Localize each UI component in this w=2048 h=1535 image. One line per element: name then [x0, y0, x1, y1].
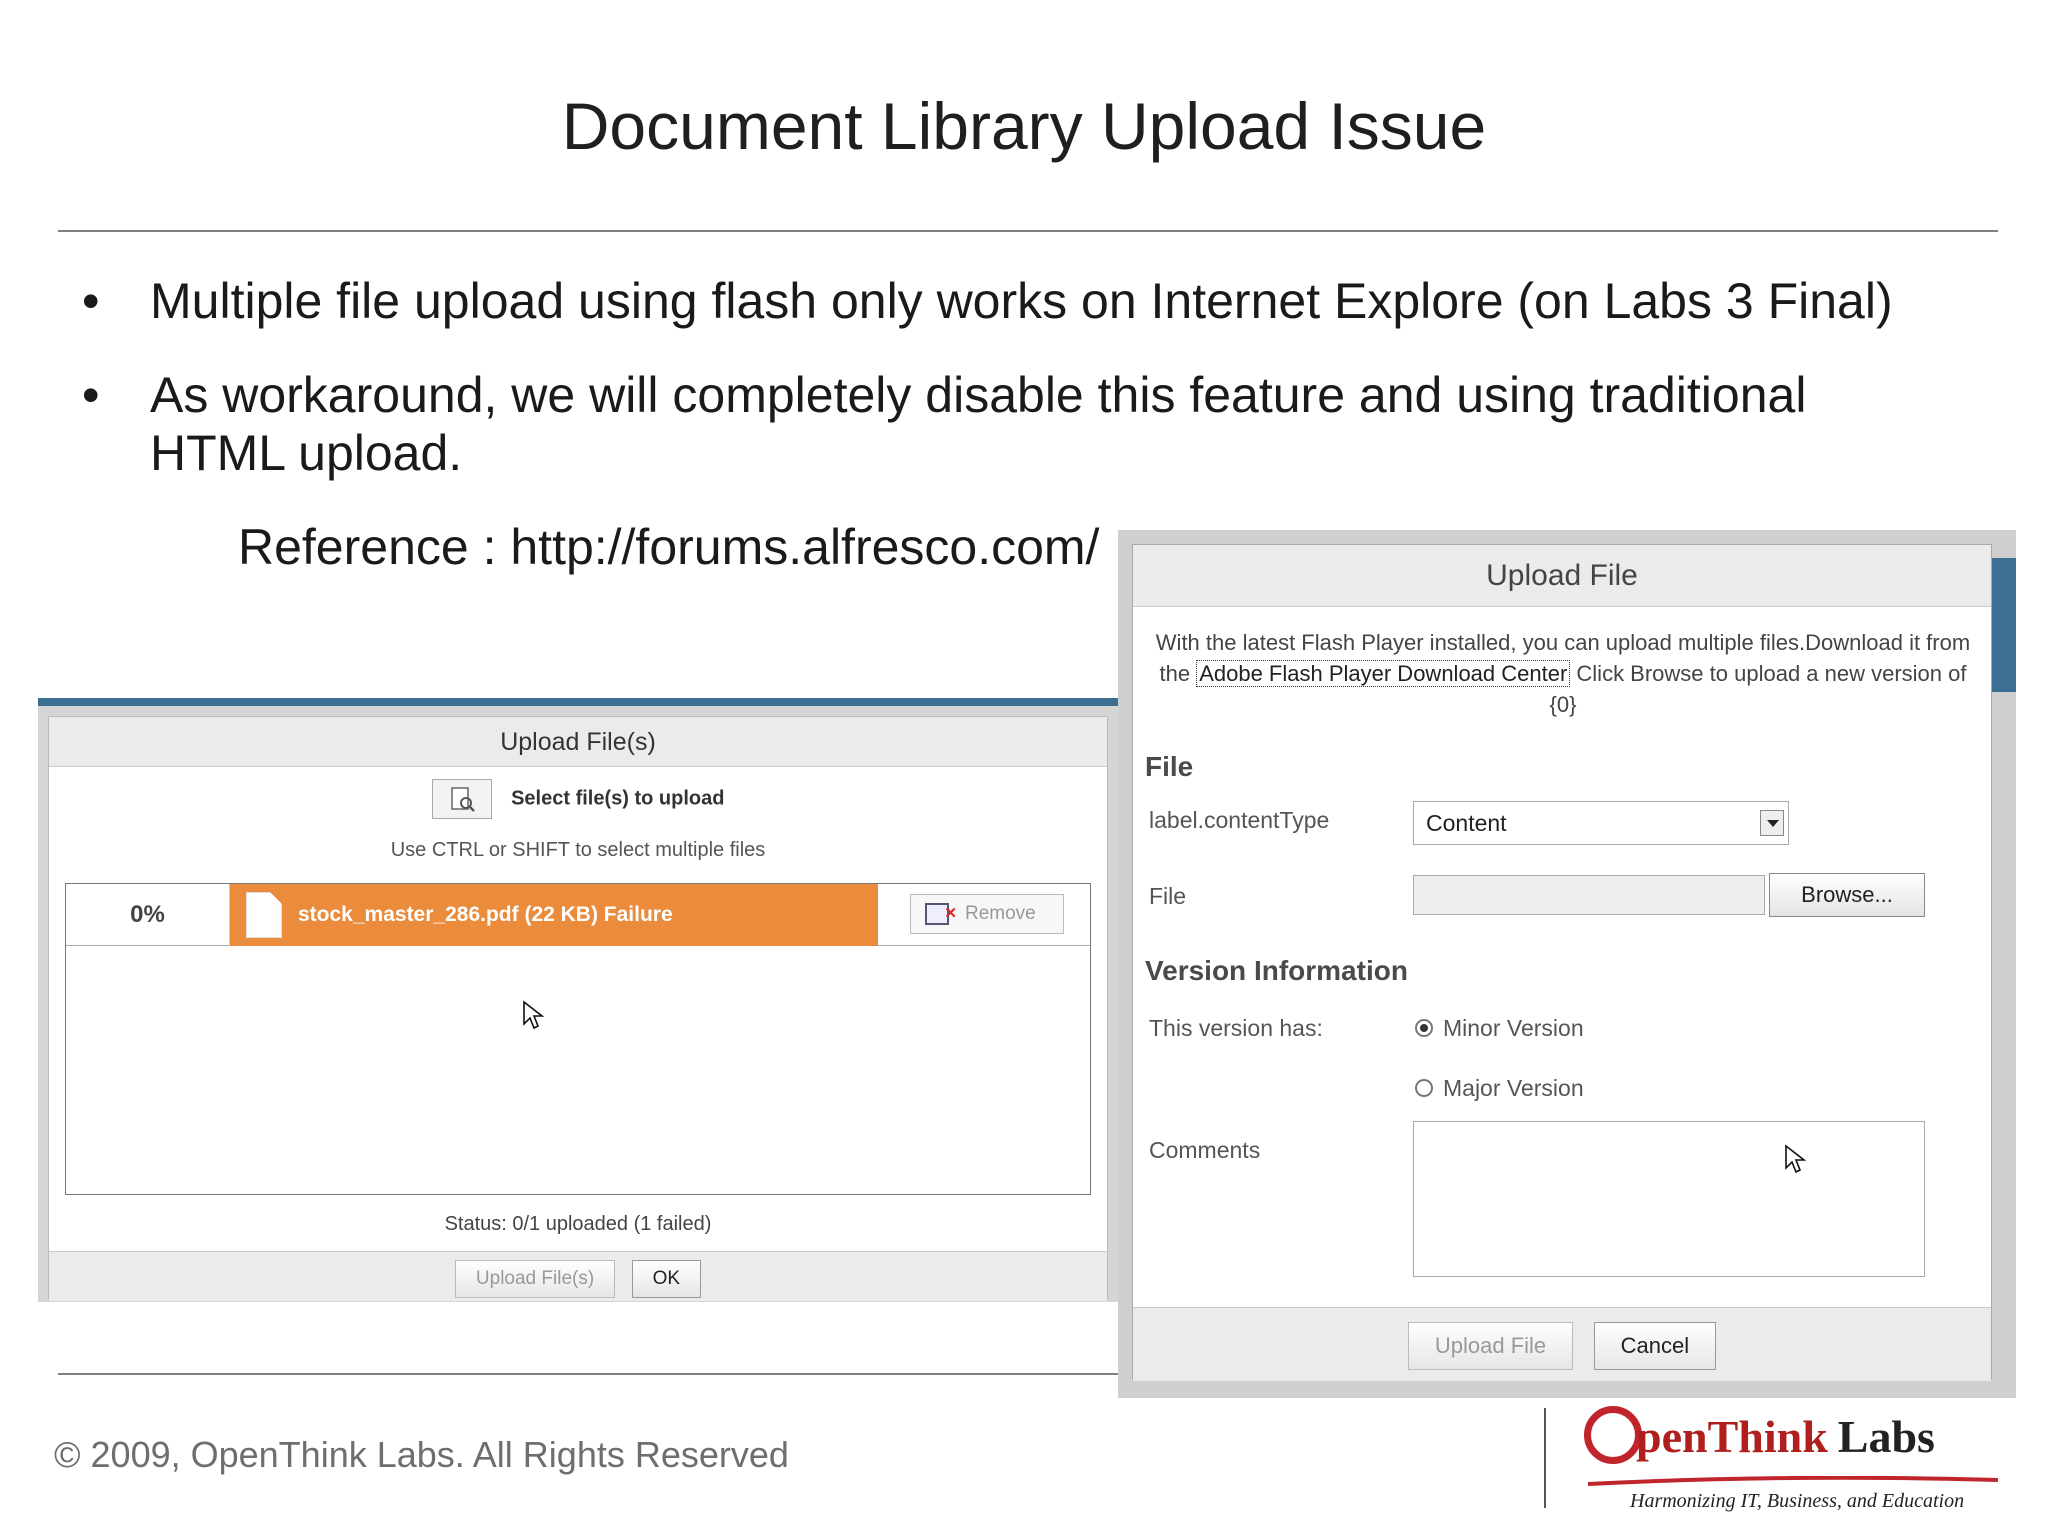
window-frame-edge [1992, 558, 2016, 692]
multi-select-hint: Use CTRL or SHIFT to select multiple fil… [390, 839, 766, 861]
select-files-button[interactable] [431, 779, 492, 819]
file-label: File [1149, 883, 1187, 909]
select-files-row: Select file(s) to upload [49, 779, 1107, 819]
content-type-select[interactable]: Content [1413, 801, 1789, 845]
logo-tagline: Harmonizing IT, Business, and Education [1630, 1490, 1965, 1512]
comments-label: Comments [1149, 1137, 1261, 1163]
content-type-value: Content [1426, 810, 1507, 836]
pdf-file-icon [246, 892, 282, 938]
reference-text[interactable]: Reference : http://forums.alfresco.com/ [238, 519, 1099, 575]
chevron-down-icon [1760, 810, 1784, 836]
bullet-1: • Multiple file upload using flash only … [82, 272, 2030, 330]
ok-button[interactable]: OK [631, 1260, 702, 1298]
logo-name-red: penThink [1636, 1411, 1828, 1462]
bullet-dot: • [82, 273, 100, 329]
flash-download-link[interactable]: Adobe Flash Player Download Center [1196, 660, 1571, 687]
dialog-footer: Upload File Cancel [1133, 1307, 1991, 1381]
single-upload-screenshot: Upload File With the latest Flash Player… [1118, 530, 2016, 1398]
dialog-title: Upload File [1133, 545, 1991, 607]
version-section-heading: Version Information [1145, 955, 1408, 986]
logo-o-icon [1584, 1406, 1642, 1464]
major-version-label: Major Version [1443, 1075, 1584, 1101]
file-section-heading: File [1145, 751, 1194, 782]
bullet-1-text: Multiple file upload using flash only wo… [150, 273, 1893, 329]
mouse-cursor-icon [1785, 1144, 1806, 1174]
flash-desc-after: Click Browse to upload a new version of … [1549, 661, 1967, 717]
multi-upload-screenshot: Upload File(s) Select file(s) to upload … [38, 698, 1118, 1302]
footer-copyright: © 2009, OpenThink Labs. All Rights Reser… [54, 1434, 789, 1475]
logo-wordmark: penThink Labs [1636, 1410, 1935, 1463]
slide-title: Document Library Upload Issue [561, 89, 1487, 163]
upload-file-button[interactable]: Upload File [1407, 1322, 1574, 1370]
browse-button[interactable]: Browse... [1769, 873, 1925, 917]
file-path-input[interactable] [1413, 875, 1765, 915]
minor-version-label: Minor Version [1443, 1015, 1584, 1041]
logo-swoosh-icon [1588, 1476, 1998, 1486]
file-status: stock_master_286.pdf (22 KB) Failure [230, 884, 878, 946]
bullet-2-text: As workaround, we will completely disabl… [150, 367, 1807, 481]
minor-version-radio[interactable] [1415, 1019, 1433, 1037]
content-type-label: label.contentType [1149, 807, 1330, 833]
file-row: 0% stock_master_286.pdf (22 KB) Failure … [66, 884, 1090, 946]
file-status-text: stock_master_286.pdf (22 KB) Failure [298, 903, 673, 926]
upload-files-button[interactable]: Upload File(s) [454, 1260, 616, 1298]
openthink-logo: penThink Labs Harmonizing IT, Business, a… [1584, 1402, 2004, 1522]
upload-progress: 0% [66, 884, 230, 946]
version-has-label: This version has: [1149, 1015, 1323, 1041]
mouse-cursor-icon [523, 1000, 544, 1030]
major-version-radio[interactable] [1415, 1079, 1433, 1097]
dialog-footer: Upload File(s) OK [49, 1251, 1107, 1301]
logo-name-dark: Labs [1837, 1411, 1935, 1462]
multi-upload-dialog: Upload File(s) Select file(s) to upload … [48, 716, 1108, 1301]
upload-status: Status: 0/1 uploaded (1 failed) [444, 1213, 712, 1235]
file-list: 0% stock_master_286.pdf (22 KB) Failure … [65, 883, 1091, 1195]
title-divider [58, 230, 1998, 232]
browse-file-icon [450, 787, 475, 812]
footer-divider [58, 1373, 1128, 1375]
remove-icon [925, 895, 957, 933]
comments-textarea[interactable] [1413, 1121, 1925, 1277]
select-files-label: Select file(s) to upload [511, 787, 725, 810]
remove-label: Remove [965, 903, 1036, 924]
remove-button[interactable]: Remove [910, 894, 1064, 934]
bullet-dot: • [82, 367, 100, 423]
cancel-button[interactable]: Cancel [1593, 1322, 1717, 1370]
flash-description: With the latest Flash Player installed, … [1153, 627, 1973, 720]
single-upload-dialog: Upload File With the latest Flash Player… [1132, 544, 1992, 1381]
logo-divider [1544, 1408, 1546, 1508]
bullet-2: • As workaround, we will completely disa… [82, 366, 1950, 482]
dialog-title: Upload File(s) [49, 717, 1107, 767]
